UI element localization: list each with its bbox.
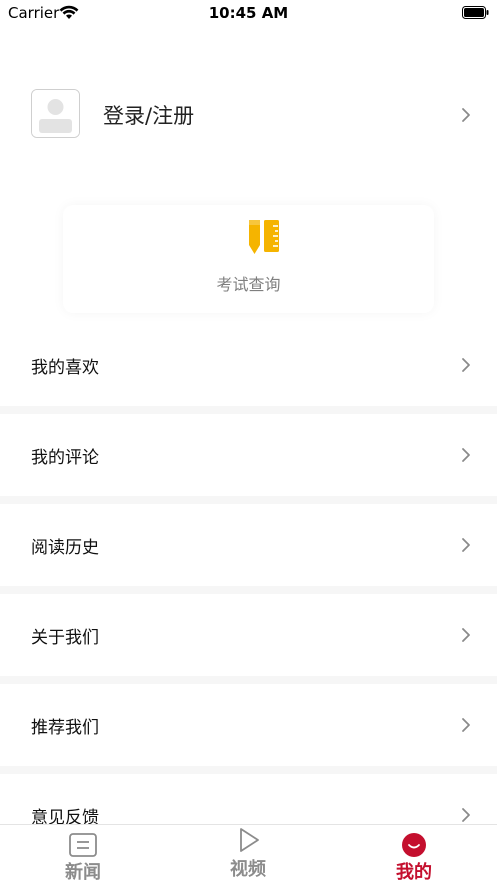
menu-item-label: 意见反馈 — [31, 808, 99, 824]
menu-item-label: 我的喜欢 — [31, 358, 99, 378]
clock: 10:45 AM — [208, 4, 289, 22]
chevron-right-icon — [462, 808, 470, 822]
menu-item-reading-history[interactable]: 阅读历史 — [0, 504, 497, 586]
menu-item-label: 关于我们 — [31, 628, 99, 648]
chevron-right-icon — [462, 448, 470, 462]
menu-item-recommend-us[interactable]: 推荐我们 — [0, 684, 497, 766]
chevron-right-icon — [462, 108, 470, 122]
tab-label: 新闻 — [65, 862, 101, 883]
tools-card: 考试查询 — [63, 205, 434, 313]
tab-video[interactable]: 视频 — [165, 825, 331, 884]
smile-icon — [402, 833, 426, 857]
tab-label: 视频 — [230, 859, 266, 880]
play-icon — [240, 828, 259, 852]
default-avatar-icon — [32, 90, 79, 137]
news-icon — [69, 833, 97, 857]
status-bar: Carrier 10:45 AM — [0, 0, 497, 26]
chevron-right-icon — [462, 718, 470, 732]
menu-item-my-likes[interactable]: 我的喜欢 — [0, 324, 497, 406]
battery-icon — [462, 6, 489, 19]
menu-item-label: 推荐我们 — [31, 718, 99, 738]
menu-item-label: 阅读历史 — [31, 538, 99, 558]
tab-mine[interactable]: 我的 — [331, 825, 497, 884]
chevron-right-icon — [462, 358, 470, 372]
login-register-row[interactable]: 登录/注册 — [0, 88, 497, 142]
login-register-label: 登录/注册 — [103, 104, 195, 128]
menu-item-about-us[interactable]: 关于我们 — [0, 594, 497, 676]
exam-query-tool[interactable]: 考试查询 — [63, 205, 434, 313]
chevron-right-icon — [462, 538, 470, 552]
menu-item-label: 我的评论 — [31, 448, 99, 468]
exam-query-label: 考试查询 — [216, 275, 281, 294]
menu-item-feedback[interactable]: 意见反馈 — [0, 774, 497, 824]
avatar[interactable] — [31, 89, 80, 138]
tab-label: 我的 — [396, 862, 432, 883]
menu-item-my-comments[interactable]: 我的评论 — [0, 414, 497, 496]
pencil-ruler-icon — [249, 220, 279, 254]
chevron-right-icon — [462, 628, 470, 642]
tab-bar: 新闻 视频 我的 — [0, 824, 497, 883]
tab-news[interactable]: 新闻 — [0, 825, 166, 884]
